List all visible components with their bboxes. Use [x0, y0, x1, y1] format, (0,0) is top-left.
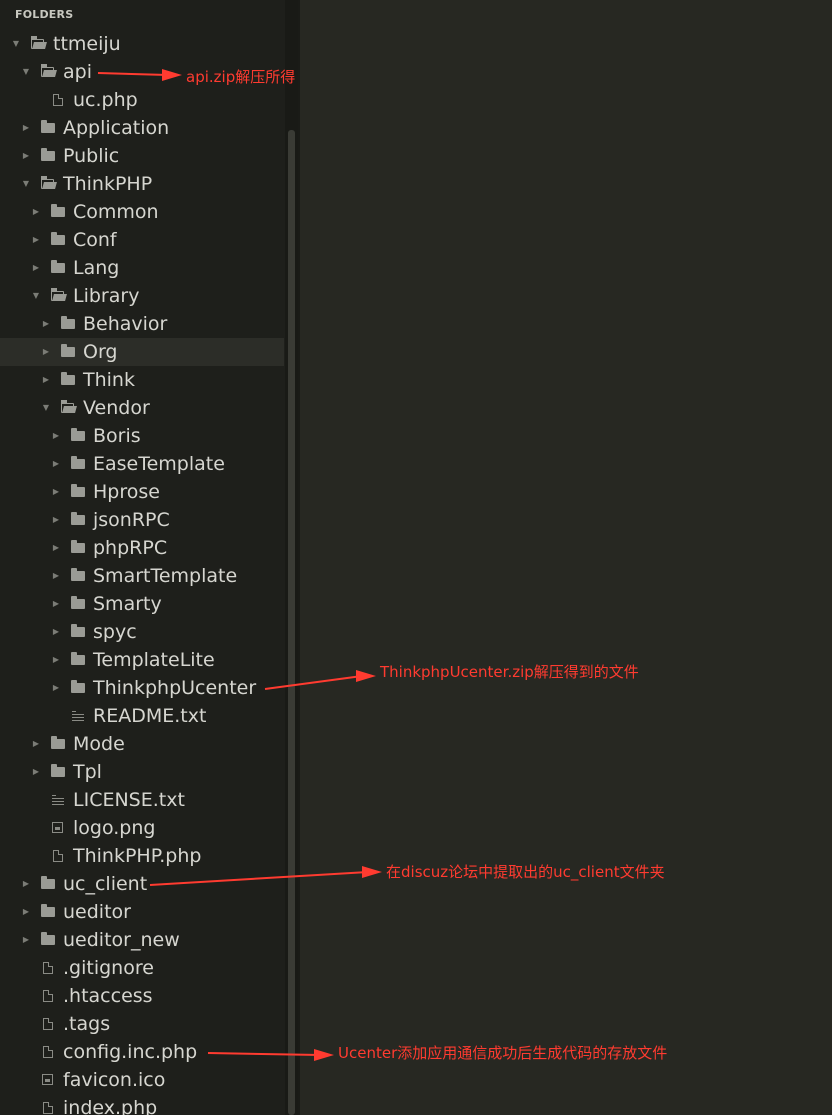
annotation-arrowhead — [362, 866, 382, 878]
annotation-label: ThinkphpUcenter.zip解压得到的文件 — [380, 663, 639, 681]
annotation-label: api.zip解压所得 — [186, 68, 296, 86]
annotation-arrow-line — [149, 871, 369, 886]
annotation-arrows — [97, 69, 382, 1061]
annotation-label: 在discuz论坛中提取出的uc_client文件夹 — [386, 863, 665, 881]
annotation-arrow-line — [97, 72, 169, 76]
annotation-arrowhead — [162, 69, 182, 81]
annotation-arrowhead — [314, 1049, 334, 1061]
annotation-label: Ucenter添加应用通信成功后生成代码的存放文件 — [338, 1044, 668, 1062]
annotation-arrow-line — [264, 675, 363, 690]
annotation-arrowhead — [356, 670, 376, 682]
annotation-arrow-line — [207, 1052, 321, 1056]
